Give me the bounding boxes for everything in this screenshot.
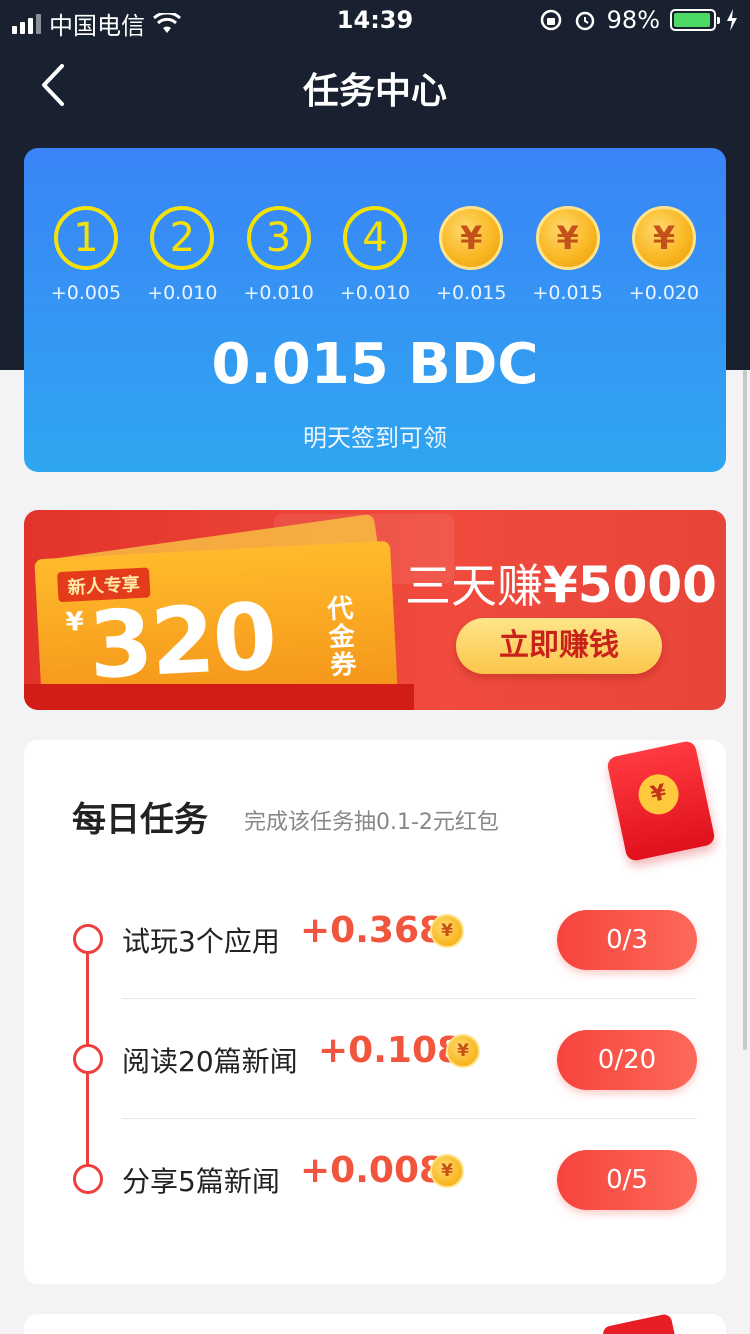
coin-icon: ¥	[439, 206, 504, 270]
day-reward: +0.010	[339, 282, 411, 304]
alarm-icon	[575, 11, 594, 31]
coin-icon: ¥	[430, 914, 464, 948]
checkin-day-4: 4 +0.010	[335, 206, 415, 304]
timeline-dot	[73, 1164, 103, 1194]
task-name: 分享5篇新闻	[122, 1165, 280, 1198]
promo-banner[interactable]: 新人专享 ¥ 320 代金券 三天赚¥5000 立即赚钱	[24, 510, 726, 710]
task-reward: +0.008	[300, 1150, 445, 1191]
page-title: 任务中心	[302, 71, 447, 112]
task-reward: +0.108	[318, 1030, 463, 1071]
red-packet-icon: ¥	[605, 739, 717, 863]
checkin-day-2: 2 +0.010	[142, 206, 222, 304]
checkin-day-5: ¥ +0.015	[431, 206, 511, 304]
promo-headline-amount: ¥5000	[543, 556, 717, 614]
coin-icon: ¥	[446, 1034, 480, 1068]
day-reward: +0.005	[50, 282, 122, 304]
day-number-icon: 4	[342, 206, 407, 270]
task-progress-button[interactable]: 0/20	[557, 1030, 697, 1090]
battery-percent: 98%	[606, 6, 660, 34]
task-row-try-apps: 试玩3个应用 +0.368 ¥ 0/3	[24, 880, 726, 1000]
checkin-day-3: 3 +0.010	[239, 206, 319, 304]
ticket-unit: 代金券	[326, 593, 358, 682]
next-card-peek	[24, 1313, 726, 1334]
day-number-icon: 3	[246, 206, 311, 270]
red-packet-coin: ¥	[634, 770, 683, 819]
task-name: 试玩3个应用	[122, 925, 280, 958]
ticket-yen: ¥	[64, 606, 85, 638]
checkin-hint: 明天签到可领	[303, 424, 447, 452]
day-reward: +0.015	[532, 282, 603, 304]
red-packet-icon	[601, 1313, 677, 1334]
task-progress-button[interactable]: 0/5	[557, 1150, 697, 1210]
task-row-read-news: 阅读20篇新闻 +0.108 ¥ 0/20	[24, 1000, 726, 1120]
day-reward: +0.020	[628, 282, 700, 304]
task-row-share-news: 分享5篇新闻 +0.008 ¥ 0/5	[24, 1120, 726, 1240]
status-bar: 中国电信 14:39 98%	[0, 0, 750, 40]
divider	[122, 998, 697, 999]
coin-icon: ¥	[430, 1154, 464, 1188]
timeline-dot	[73, 1044, 103, 1074]
day-reward: +0.010	[147, 282, 218, 304]
timeline-dot	[73, 924, 103, 954]
day-number-icon: 1	[54, 206, 118, 270]
promo-headline: 三天赚¥5000	[396, 550, 726, 616]
coin-icon: ¥	[631, 206, 696, 270]
divider	[122, 1118, 697, 1119]
task-progress-button[interactable]: 0/3	[557, 910, 697, 970]
daily-tasks-subtitle: 完成该任务抽0.1-2元红包	[244, 810, 499, 835]
checkin-card: 1 +0.005 2 +0.010 3 +0.010 4 +0.010 ¥ +0…	[24, 148, 726, 472]
battery-icon	[670, 9, 720, 31]
navigation-bar: 任务中心	[0, 40, 750, 130]
checkin-day-7: ¥ +0.020	[624, 206, 704, 304]
ticket-amount: 320	[86, 583, 278, 700]
banner-base	[24, 684, 414, 710]
day-number-icon: 2	[150, 206, 215, 270]
day-reward: +0.015	[436, 282, 507, 304]
bdc-amount: 0.015 BDC	[211, 332, 539, 397]
task-reward: +0.368	[300, 910, 445, 951]
checkin-day-6: ¥ +0.015	[528, 206, 608, 304]
daily-tasks-title: 每日任务	[72, 800, 208, 840]
task-name: 阅读20篇新闻	[122, 1045, 298, 1078]
daily-tasks-card: 每日任务 完成该任务抽0.1-2元红包 ¥ 试玩3个应用 +0.368 ¥ 0/…	[24, 739, 726, 1284]
coin-icon: ¥	[535, 206, 600, 270]
day-reward: +0.010	[243, 282, 314, 304]
status-right: 98%	[539, 6, 738, 34]
earn-now-button[interactable]: 立即赚钱	[456, 618, 662, 674]
scrollbar[interactable]	[743, 370, 747, 1050]
rotation-lock-icon	[540, 9, 561, 31]
checkin-days: 1 +0.005 2 +0.010 3 +0.010 4 +0.010 ¥ +0…	[24, 206, 726, 304]
checkin-day-1: 1 +0.005	[46, 206, 126, 304]
promo-headline-prefix: 三天赚	[405, 559, 544, 613]
charging-icon	[727, 9, 737, 31]
